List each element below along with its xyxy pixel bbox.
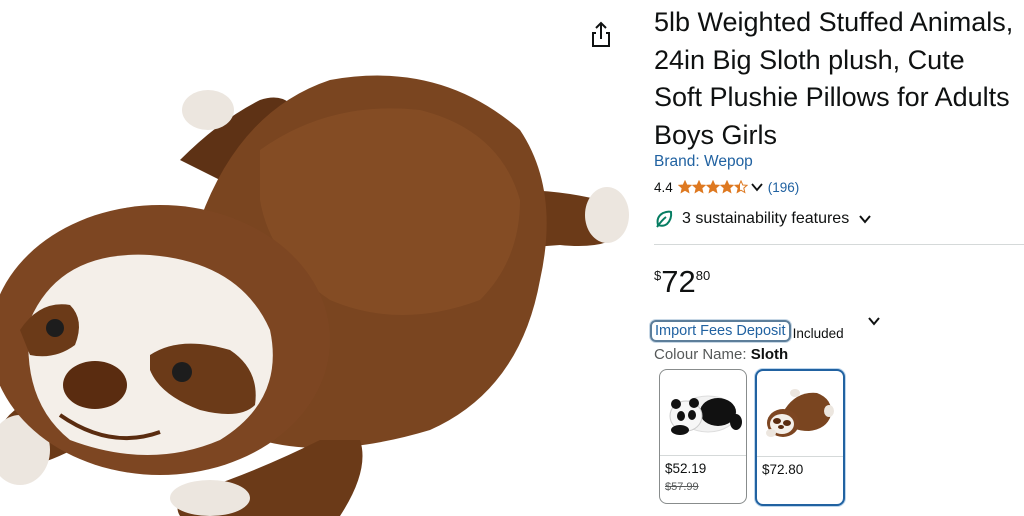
sustainability-features-button[interactable]: 3 sustainability features	[654, 208, 873, 230]
sustainability-text: 3 sustainability features	[682, 210, 850, 227]
star-icon	[691, 180, 706, 194]
brand-link[interactable]: Brand: Wepop	[654, 153, 753, 171]
swatch-divider	[660, 455, 746, 456]
share-icon	[592, 21, 610, 47]
price-fraction: 80	[695, 268, 711, 283]
leaf-icon	[656, 210, 673, 228]
panda-thumbnail	[669, 395, 742, 435]
review-count-link[interactable]: (196)	[768, 180, 800, 195]
import-fees-link[interactable]: Import Fees Deposit	[650, 320, 791, 342]
chevron-down-icon	[859, 215, 871, 224]
rating-stars[interactable]	[677, 180, 748, 194]
sloth-thumbnail	[766, 389, 834, 437]
star-icon	[719, 180, 734, 194]
colour-selected-value: Sloth	[750, 346, 789, 363]
colour-name-row: Colour Name: Sloth	[654, 346, 788, 363]
rating-row: 4.4 (196)	[654, 178, 799, 196]
chevron-down-icon[interactable]	[866, 313, 882, 329]
import-fees-row: Import Fees Deposit Included	[650, 320, 844, 342]
sloth-plush-image	[0, 75, 629, 516]
swatch-divider	[757, 456, 843, 457]
product-title: 5lb Weighted Stuffed Animals, 24in Big S…	[654, 7, 1014, 150]
colour-label: Colour Name:	[654, 346, 751, 363]
star-icon	[733, 180, 748, 194]
price-whole: 72	[661, 264, 696, 299]
star-icon	[677, 180, 692, 194]
swatch-panda[interactable]: $52.19 $57.99	[659, 369, 747, 504]
price-symbol: $	[654, 268, 662, 283]
product-main-image[interactable]	[0, 0, 640, 516]
swatch-sloth[interactable]: $72.80	[755, 369, 845, 506]
share-button[interactable]	[588, 20, 614, 50]
fees-included-text: Included	[792, 325, 844, 341]
chevron-down-icon[interactable]	[750, 180, 764, 194]
swatch-list-price: $57.99	[665, 481, 699, 493]
swatch-price: $72.80	[762, 462, 804, 477]
swatch-price: $52.19	[665, 461, 707, 476]
section-divider	[654, 244, 1024, 245]
product-price: $ 72 80	[654, 262, 710, 302]
rating-value: 4.4	[654, 179, 673, 195]
star-icon	[705, 180, 720, 194]
